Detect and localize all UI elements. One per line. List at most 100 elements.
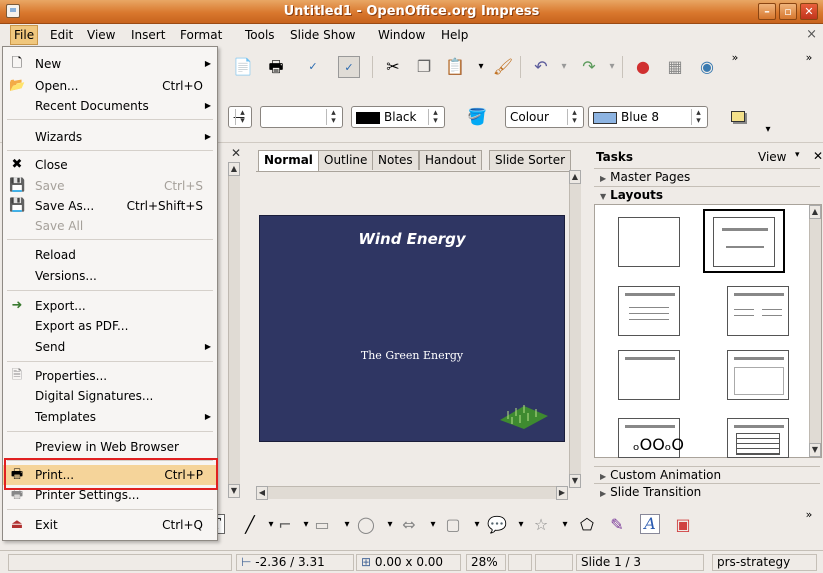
close-document-icon[interactable]: × — [806, 27, 817, 42]
layouts-scrollbar[interactable]: ▲ ▼ — [809, 205, 821, 457]
star-dropdown-icon[interactable]: ▾ — [554, 514, 576, 536]
layouts-scroll-up-icon[interactable]: ▲ — [809, 205, 821, 219]
menu-format[interactable]: Format — [180, 28, 222, 42]
menu-window[interactable]: Window — [378, 28, 425, 42]
tab-notes[interactable]: Notes — [372, 150, 419, 170]
menuitem-reload[interactable]: Reload — [3, 245, 217, 265]
slide-title[interactable]: Wind Energy — [260, 230, 564, 248]
slide-canvas[interactable]: Wind Energy The Green Energy — [259, 215, 565, 442]
menuitem-export-pdf[interactable]: Export as PDF... — [3, 316, 217, 336]
menuitem-exit[interactable]: ⏏ Exit Ctrl+Q — [3, 515, 217, 535]
layout-title-object[interactable] — [727, 350, 789, 400]
callout-dropdown-icon[interactable]: ▾ — [510, 514, 532, 536]
tasks-close-icon[interactable]: ✕ — [813, 149, 823, 163]
layouts-scroll-down-icon[interactable]: ▼ — [809, 443, 821, 457]
menuitem-templates[interactable]: Templates ▶ — [3, 407, 217, 427]
slides-pane-close-icon[interactable]: ✕ — [231, 146, 241, 160]
insert-image-icon[interactable]: ▣ — [672, 514, 694, 536]
slide-subtitle[interactable]: The Green Energy — [260, 349, 564, 362]
tasks-view-menu[interactable]: View — [758, 150, 786, 164]
layout-blank[interactable] — [618, 217, 680, 267]
menu-file[interactable]: File — [10, 25, 39, 45]
undo-dropdown-icon[interactable]: ▾ — [553, 56, 575, 78]
callout-icon[interactable]: 💬 — [486, 514, 508, 536]
doc-scroll-right-icon[interactable]: ▶ — [556, 486, 568, 500]
layout-title-2-content[interactable] — [727, 286, 789, 336]
autospellcheck-icon[interactable]: ✓ — [338, 56, 360, 78]
menuitem-export[interactable]: ➜ Export... — [3, 296, 217, 316]
export-pdf-icon[interactable]: 📄 — [232, 56, 254, 78]
menuitem-preview-web[interactable]: Preview in Web Browser — [3, 437, 217, 457]
menuitem-send[interactable]: Send ▶ — [3, 337, 217, 357]
toolbar2-dropdown-icon[interactable]: ▾ — [757, 119, 779, 141]
print-icon[interactable]: 🖶 — [265, 56, 287, 78]
menuitem-properties[interactable]: 🗎 Properties... — [3, 366, 217, 386]
shadow-icon[interactable] — [727, 106, 749, 128]
table-icon[interactable]: ▦ — [664, 56, 686, 78]
slides-pane-scrollbar[interactable]: ▲ ▼ — [228, 162, 240, 498]
area-icon[interactable]: 🪣 — [466, 106, 488, 128]
layout-title-slide[interactable] — [713, 217, 775, 267]
paste-dropdown-icon[interactable]: ▾ — [470, 56, 492, 78]
undo-icon[interactable]: ↶ — [530, 56, 552, 78]
section-layouts[interactable]: ▼ Layouts — [594, 186, 820, 202]
arrow-shapes-icon[interactable]: ⇔ — [398, 514, 420, 536]
line-tool-icon[interactable]: ╱ — [239, 514, 261, 536]
scroll-up-icon[interactable]: ▲ — [228, 162, 240, 176]
layout-title-table[interactable] — [727, 418, 789, 458]
menu-insert[interactable]: Insert — [131, 28, 165, 42]
menuitem-save-all[interactable]: Save All — [3, 216, 217, 236]
section-master-pages[interactable]: ▶ Master Pages — [594, 168, 820, 184]
menuitem-new[interactable]: 🗋 New ▶ — [3, 54, 217, 74]
line-color-combo[interactable]: Black ▴ ▾ — [351, 106, 445, 128]
toolbar-overflow-icon[interactable]: » — [724, 47, 746, 69]
flowchart-dropdown-icon[interactable]: ▾ — [466, 514, 488, 536]
document-hscrollbar[interactable]: ◀ ▶ — [256, 486, 568, 500]
redo-dropdown-icon[interactable]: ▾ — [601, 56, 623, 78]
flowchart-icon[interactable]: ▢ — [442, 514, 464, 536]
menuitem-versions[interactable]: Versions... — [3, 266, 217, 286]
doc-scroll-up-icon[interactable]: ▲ — [569, 170, 581, 184]
doc-scroll-down-icon[interactable]: ▼ — [569, 474, 581, 488]
clone-formatting-icon[interactable]: 🖌 — [492, 56, 514, 78]
fill-mode-combo[interactable]: Colour ▴ ▾ — [505, 106, 584, 128]
menu-slide-show[interactable]: Slide Show — [290, 28, 355, 42]
menuitem-open[interactable]: 📂 Open... Ctrl+O — [3, 76, 217, 96]
section-custom-animation[interactable]: ▶ Custom Animation — [594, 466, 820, 482]
points-icon[interactable]: ⬠ — [576, 514, 598, 536]
copy-icon[interactable]: ❐ — [413, 56, 435, 78]
tasks-view-dropdown-icon[interactable]: ▾ — [795, 150, 800, 160]
fill-color-combo[interactable]: Blue 8 ▴ ▾ — [588, 106, 708, 128]
tab-slide-sorter[interactable]: Slide Sorter — [489, 150, 572, 170]
cut-icon[interactable]: ✂ — [382, 56, 404, 78]
ellipse-tool-icon[interactable]: ◯ — [355, 514, 377, 536]
glue-points-icon[interactable]: ✎ — [606, 514, 628, 536]
tab-handout[interactable]: Handout — [419, 150, 483, 170]
layout-title-chart[interactable]: ₒOOₒO — [618, 418, 684, 458]
fontwork-icon[interactable]: A — [640, 514, 660, 534]
menu-help[interactable]: Help — [441, 28, 468, 42]
document-vscrollbar[interactable]: ▲ ▼ — [569, 170, 581, 488]
maximize-button[interactable]: ▫ — [779, 3, 797, 20]
menuitem-save[interactable]: 💾 Save Ctrl+S — [3, 176, 217, 196]
navigator-icon[interactable]: ◉ — [696, 56, 718, 78]
status-zoom[interactable]: 28% — [466, 554, 506, 571]
drawing-toolbar-overflow-icon[interactable]: » — [798, 504, 820, 526]
chart-icon[interactable]: ● — [632, 56, 654, 78]
menuitem-recent-documents[interactable]: Recent Documents ▶ — [3, 96, 217, 116]
wind-farm-image[interactable] — [498, 402, 550, 430]
redo-icon[interactable]: ↷ — [578, 56, 600, 78]
toolbar-overflow-icon-2[interactable]: » — [798, 47, 820, 69]
line-width-combo[interactable]: ▴ ▾ — [260, 106, 343, 128]
connector-tool-icon[interactable]: ⌐ — [274, 514, 296, 536]
menuitem-close[interactable]: ✖ Close — [3, 155, 217, 175]
tab-outline[interactable]: Outline — [318, 150, 374, 170]
minimize-button[interactable]: – — [758, 3, 776, 20]
menuitem-wizards[interactable]: Wizards ▶ — [3, 127, 217, 147]
layout-title-content[interactable] — [618, 286, 680, 336]
scroll-down-icon[interactable]: ▼ — [228, 484, 240, 498]
menuitem-digital-signatures[interactable]: Digital Signatures... — [3, 386, 217, 406]
line-style-combo[interactable]: — ▴ ▾ — [228, 106, 252, 128]
doc-scroll-left-icon[interactable]: ◀ — [256, 486, 268, 500]
section-slide-transition[interactable]: ▶ Slide Transition — [594, 483, 820, 499]
